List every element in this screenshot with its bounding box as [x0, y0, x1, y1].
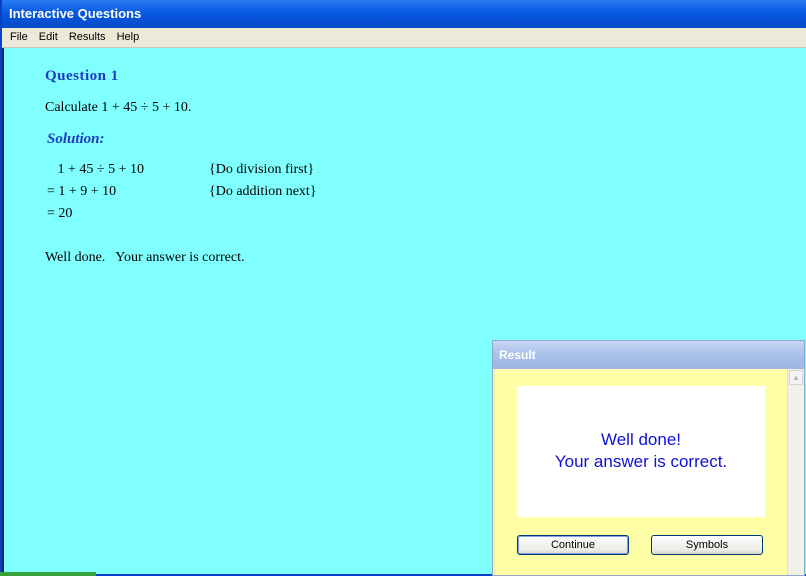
result-message-box: Well done! Your answer is correct.	[517, 386, 765, 517]
question-title: Question 1	[45, 68, 119, 84]
continue-button[interactable]: Continue	[517, 535, 629, 555]
solution-step-note: {Do addition next}	[209, 184, 317, 199]
solution-label: Solution:	[47, 131, 105, 147]
dialog-body: Well done! Your answer is correct. Conti…	[496, 369, 787, 575]
window-titlebar[interactable]: Interactive Questions	[2, 0, 806, 28]
solution-step-expr: 1 + 45 ÷ 5 + 10	[47, 162, 144, 177]
dialog-titlebar[interactable]: Result	[493, 341, 804, 369]
menu-file[interactable]: File	[6, 28, 32, 47]
symbols-button[interactable]: Symbols	[651, 535, 763, 555]
solution-step-expr: = 1 + 9 + 10	[47, 184, 117, 199]
question-text: Calculate 1 + 45 ÷ 5 + 10.	[45, 100, 192, 115]
result-message-line1: Well done!	[600, 430, 681, 449]
menu-bar: File Edit Results Help	[2, 28, 806, 48]
menu-edit[interactable]: Edit	[35, 28, 62, 47]
solution-step-expr: = 20	[47, 206, 73, 221]
feedback-text: Well done. Your answer is correct.	[45, 250, 245, 265]
main-window: Interactive Questions File Edit Results …	[0, 0, 806, 576]
scroll-up-arrow-icon[interactable]: ▲	[789, 370, 803, 385]
result-message-line2: Your answer is correct.	[554, 452, 728, 471]
dialog-scrollbar[interactable]: ▲	[787, 369, 804, 575]
result-dialog: Result Well done! Your answer is correct…	[492, 340, 805, 576]
window-title: Interactive Questions	[9, 6, 142, 21]
solution-step-note: {Do division first}	[209, 162, 315, 177]
menu-help[interactable]: Help	[113, 28, 144, 47]
menu-results[interactable]: Results	[65, 28, 110, 47]
taskbar-strip	[0, 572, 96, 576]
dialog-title: Result	[499, 348, 536, 362]
